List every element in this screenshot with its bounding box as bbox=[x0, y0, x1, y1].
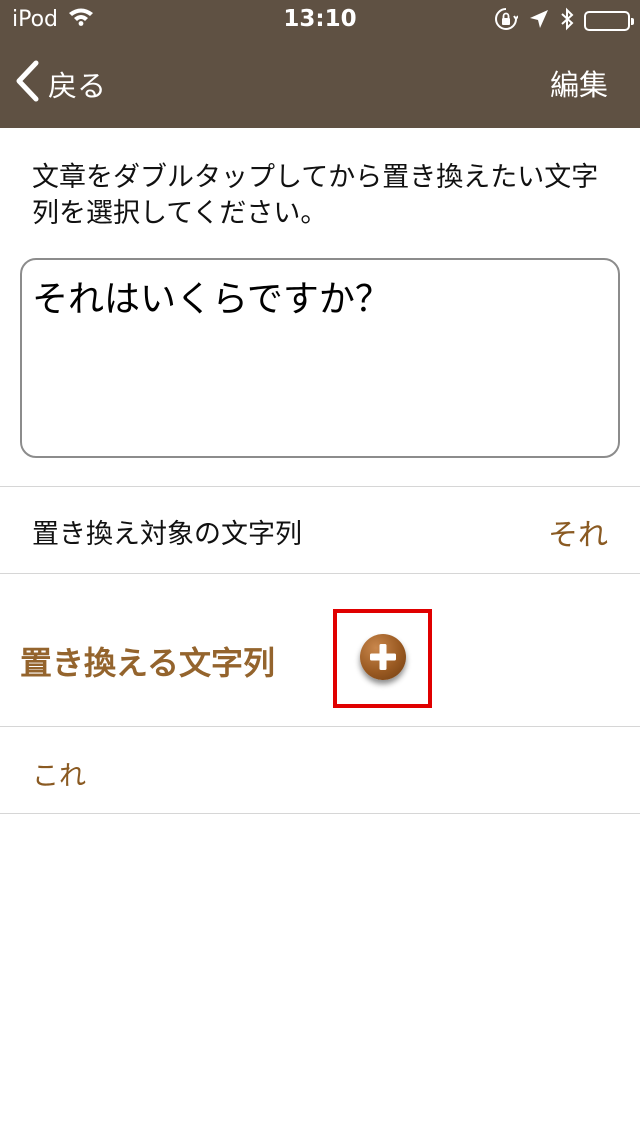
divider bbox=[0, 726, 640, 727]
location-icon bbox=[528, 8, 550, 34]
divider bbox=[0, 573, 640, 574]
status-bar: iPod 13:10 bbox=[0, 0, 640, 40]
edit-button[interactable]: 編集 bbox=[550, 62, 608, 104]
back-button[interactable]: 戻る bbox=[14, 60, 106, 108]
highlight-box bbox=[333, 609, 432, 708]
chevron-left-icon bbox=[14, 59, 40, 110]
target-string-value: それ bbox=[548, 518, 608, 553]
divider bbox=[0, 486, 640, 487]
replacement-item[interactable]: これ bbox=[32, 754, 86, 793]
back-button-label: 戻る bbox=[48, 69, 107, 103]
bluetooth-icon bbox=[560, 7, 574, 35]
replacement-heading: 置き換える文字列 bbox=[20, 644, 276, 682]
status-right bbox=[494, 7, 634, 35]
battery-icon bbox=[584, 11, 634, 31]
sentence-text-area[interactable]: それはいくらですか？ bbox=[20, 258, 620, 458]
target-string-label: 置き換え対象の文字列 bbox=[32, 519, 302, 550]
instruction-text: 文章をダブルタップしてから置き換えたい文字列を選択してください。 bbox=[32, 162, 599, 229]
navigation-bar: iPod 13:10 戻る 編集 bbox=[0, 0, 640, 128]
divider bbox=[0, 813, 640, 814]
orientation-lock-icon bbox=[494, 7, 519, 35]
